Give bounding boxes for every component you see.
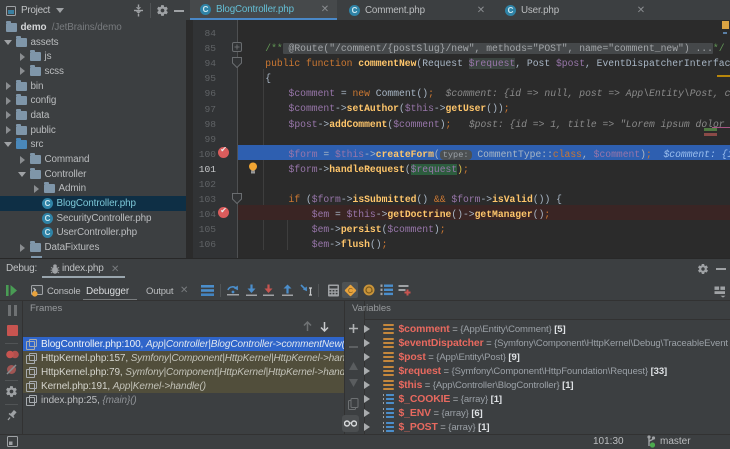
svg-text:C: C (348, 288, 353, 295)
